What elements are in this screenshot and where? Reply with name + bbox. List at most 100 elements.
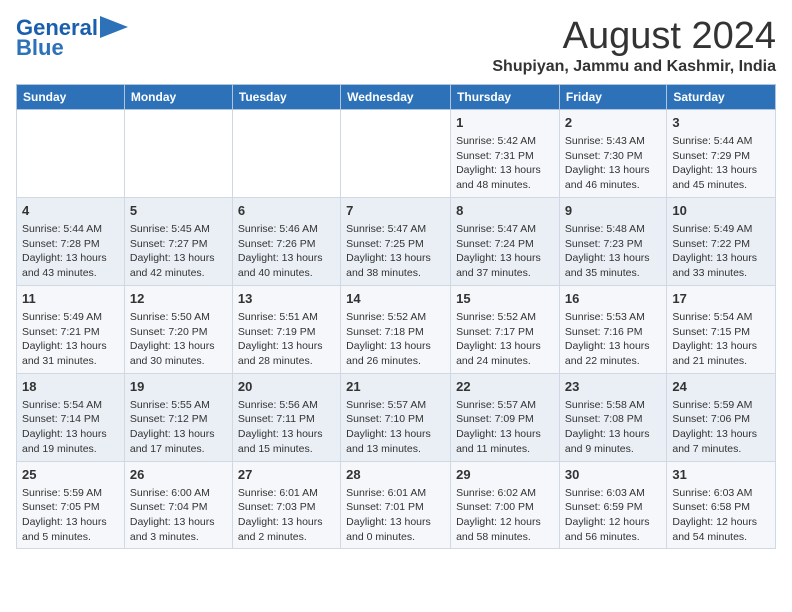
day-info: Sunrise: 5:44 AM Sunset: 7:29 PM Dayligh… [672, 134, 770, 193]
calendar-cell [17, 109, 125, 197]
calendar-cell: 7 Sunrise: 5:47 AM Sunset: 7:25 PM Daylig… [341, 197, 451, 285]
day-number: 9 [565, 202, 661, 220]
day-number: 25 [22, 466, 119, 484]
day-info: Sunrise: 5:58 AM Sunset: 7:08 PM Dayligh… [565, 398, 661, 457]
calendar-cell: 30 Sunrise: 6:03 AM Sunset: 6:59 PM Dayli… [559, 461, 666, 549]
col-header-monday: Monday [124, 84, 232, 109]
day-info: Sunrise: 5:49 AM Sunset: 7:21 PM Dayligh… [22, 310, 119, 369]
day-info: Sunrise: 6:01 AM Sunset: 7:03 PM Dayligh… [238, 486, 335, 545]
day-info: Sunrise: 6:01 AM Sunset: 7:01 PM Dayligh… [346, 486, 445, 545]
day-number: 4 [22, 202, 119, 220]
calendar-cell: 1Sunrise: 5:42 AM Sunset: 7:31 PM Daylig… [451, 109, 560, 197]
day-info: Sunrise: 5:47 AM Sunset: 7:24 PM Dayligh… [456, 222, 554, 281]
day-info: Sunrise: 6:02 AM Sunset: 7:00 PM Dayligh… [456, 486, 554, 545]
month-year-title: August 2024 [492, 16, 776, 58]
day-number: 18 [22, 378, 119, 396]
day-number: 31 [672, 466, 770, 484]
location-subtitle: Shupiyan, Jammu and Kashmir, India [492, 58, 776, 76]
calendar-cell: 22 Sunrise: 5:57 AM Sunset: 7:09 PM Dayli… [451, 373, 560, 461]
day-info: Sunrise: 5:59 AM Sunset: 7:05 PM Dayligh… [22, 486, 119, 545]
day-info: Sunrise: 5:53 AM Sunset: 7:16 PM Dayligh… [565, 310, 661, 369]
day-info: Sunrise: 5:47 AM Sunset: 7:25 PM Dayligh… [346, 222, 445, 281]
calendar-cell: 27 Sunrise: 6:01 AM Sunset: 7:03 PM Dayli… [232, 461, 340, 549]
col-header-friday: Friday [559, 84, 666, 109]
col-header-thursday: Thursday [451, 84, 560, 109]
day-number: 30 [565, 466, 661, 484]
day-number: 2 [565, 114, 661, 132]
day-info: Sunrise: 5:54 AM Sunset: 7:14 PM Dayligh… [22, 398, 119, 457]
calendar-cell: 6 Sunrise: 5:46 AM Sunset: 7:26 PM Daylig… [232, 197, 340, 285]
calendar-cell: 17Sunrise: 5:54 AM Sunset: 7:15 PM Dayli… [667, 285, 776, 373]
calendar-week-row: 4 Sunrise: 5:44 AM Sunset: 7:28 PM Daylig… [17, 197, 776, 285]
calendar-cell: 9 Sunrise: 5:48 AM Sunset: 7:23 PM Daylig… [559, 197, 666, 285]
day-number: 11 [22, 290, 119, 308]
logo-arrow-icon [100, 16, 128, 38]
day-number: 22 [456, 378, 554, 396]
calendar-cell: 4 Sunrise: 5:44 AM Sunset: 7:28 PM Daylig… [17, 197, 125, 285]
calendar-cell [124, 109, 232, 197]
day-info: Sunrise: 5:59 AM Sunset: 7:06 PM Dayligh… [672, 398, 770, 457]
calendar-week-row: 18 Sunrise: 5:54 AM Sunset: 7:14 PM Dayli… [17, 373, 776, 461]
day-info: Sunrise: 5:49 AM Sunset: 7:22 PM Dayligh… [672, 222, 770, 281]
day-number: 5 [130, 202, 227, 220]
day-info: Sunrise: 5:52 AM Sunset: 7:17 PM Dayligh… [456, 310, 554, 369]
col-header-saturday: Saturday [667, 84, 776, 109]
day-info: Sunrise: 6:03 AM Sunset: 6:59 PM Dayligh… [565, 486, 661, 545]
calendar-week-row: 11 Sunrise: 5:49 AM Sunset: 7:21 PM Dayli… [17, 285, 776, 373]
col-header-sunday: Sunday [17, 84, 125, 109]
calendar-table: SundayMondayTuesdayWednesdayThursdayFrid… [16, 84, 776, 550]
calendar-cell: 15 Sunrise: 5:52 AM Sunset: 7:17 PM Dayli… [451, 285, 560, 373]
calendar-cell: 24Sunrise: 5:59 AM Sunset: 7:06 PM Dayli… [667, 373, 776, 461]
calendar-cell: 12Sunrise: 5:50 AM Sunset: 7:20 PM Dayli… [124, 285, 232, 373]
day-info: Sunrise: 6:00 AM Sunset: 7:04 PM Dayligh… [130, 486, 227, 545]
logo: General Blue [16, 16, 128, 60]
day-info: Sunrise: 5:55 AM Sunset: 7:12 PM Dayligh… [130, 398, 227, 457]
day-info: Sunrise: 5:46 AM Sunset: 7:26 PM Dayligh… [238, 222, 335, 281]
day-info: Sunrise: 5:57 AM Sunset: 7:09 PM Dayligh… [456, 398, 554, 457]
day-info: Sunrise: 5:54 AM Sunset: 7:15 PM Dayligh… [672, 310, 770, 369]
day-info: Sunrise: 5:50 AM Sunset: 7:20 PM Dayligh… [130, 310, 227, 369]
day-number: 26 [130, 466, 227, 484]
day-number: 23 [565, 378, 661, 396]
day-number: 1 [456, 114, 554, 132]
calendar-cell: 25 Sunrise: 5:59 AM Sunset: 7:05 PM Dayli… [17, 461, 125, 549]
day-number: 21 [346, 378, 445, 396]
day-number: 14 [346, 290, 445, 308]
day-info: Sunrise: 5:52 AM Sunset: 7:18 PM Dayligh… [346, 310, 445, 369]
day-number: 27 [238, 466, 335, 484]
calendar-cell: 10 Sunrise: 5:49 AM Sunset: 7:22 PM Dayli… [667, 197, 776, 285]
day-number: 16 [565, 290, 661, 308]
day-info: Sunrise: 5:44 AM Sunset: 7:28 PM Dayligh… [22, 222, 119, 281]
day-number: 10 [672, 202, 770, 220]
day-number: 28 [346, 466, 445, 484]
calendar-cell: 23 Sunrise: 5:58 AM Sunset: 7:08 PM Dayli… [559, 373, 666, 461]
calendar-cell: 19 Sunrise: 5:55 AM Sunset: 7:12 PM Dayli… [124, 373, 232, 461]
calendar-cell: 14 Sunrise: 5:52 AM Sunset: 7:18 PM Dayli… [341, 285, 451, 373]
day-number: 6 [238, 202, 335, 220]
calendar-cell: 5 Sunrise: 5:45 AM Sunset: 7:27 PM Daylig… [124, 197, 232, 285]
calendar-cell [341, 109, 451, 197]
calendar-week-row: 25 Sunrise: 5:59 AM Sunset: 7:05 PM Dayli… [17, 461, 776, 549]
day-info: Sunrise: 5:48 AM Sunset: 7:23 PM Dayligh… [565, 222, 661, 281]
calendar-cell: 11 Sunrise: 5:49 AM Sunset: 7:21 PM Dayli… [17, 285, 125, 373]
day-info: Sunrise: 5:57 AM Sunset: 7:10 PM Dayligh… [346, 398, 445, 457]
day-number: 20 [238, 378, 335, 396]
calendar-cell: 3Sunrise: 5:44 AM Sunset: 7:29 PM Daylig… [667, 109, 776, 197]
day-info: Sunrise: 6:03 AM Sunset: 6:58 PM Dayligh… [672, 486, 770, 545]
calendar-cell: 28 Sunrise: 6:01 AM Sunset: 7:01 PM Dayli… [341, 461, 451, 549]
day-number: 7 [346, 202, 445, 220]
calendar-header-row: SundayMondayTuesdayWednesdayThursdayFrid… [17, 84, 776, 109]
calendar-cell: 26 Sunrise: 6:00 AM Sunset: 7:04 PM Dayli… [124, 461, 232, 549]
calendar-cell: 2Sunrise: 5:43 AM Sunset: 7:30 PM Daylig… [559, 109, 666, 197]
day-number: 19 [130, 378, 227, 396]
calendar-cell: 8 Sunrise: 5:47 AM Sunset: 7:24 PM Daylig… [451, 197, 560, 285]
day-info: Sunrise: 5:45 AM Sunset: 7:27 PM Dayligh… [130, 222, 227, 281]
calendar-cell: 16 Sunrise: 5:53 AM Sunset: 7:16 PM Dayli… [559, 285, 666, 373]
day-number: 13 [238, 290, 335, 308]
calendar-week-row: 1Sunrise: 5:42 AM Sunset: 7:31 PM Daylig… [17, 109, 776, 197]
col-header-tuesday: Tuesday [232, 84, 340, 109]
day-number: 8 [456, 202, 554, 220]
calendar-cell: 20 Sunrise: 5:56 AM Sunset: 7:11 PM Dayli… [232, 373, 340, 461]
day-info: Sunrise: 5:56 AM Sunset: 7:11 PM Dayligh… [238, 398, 335, 457]
day-number: 15 [456, 290, 554, 308]
